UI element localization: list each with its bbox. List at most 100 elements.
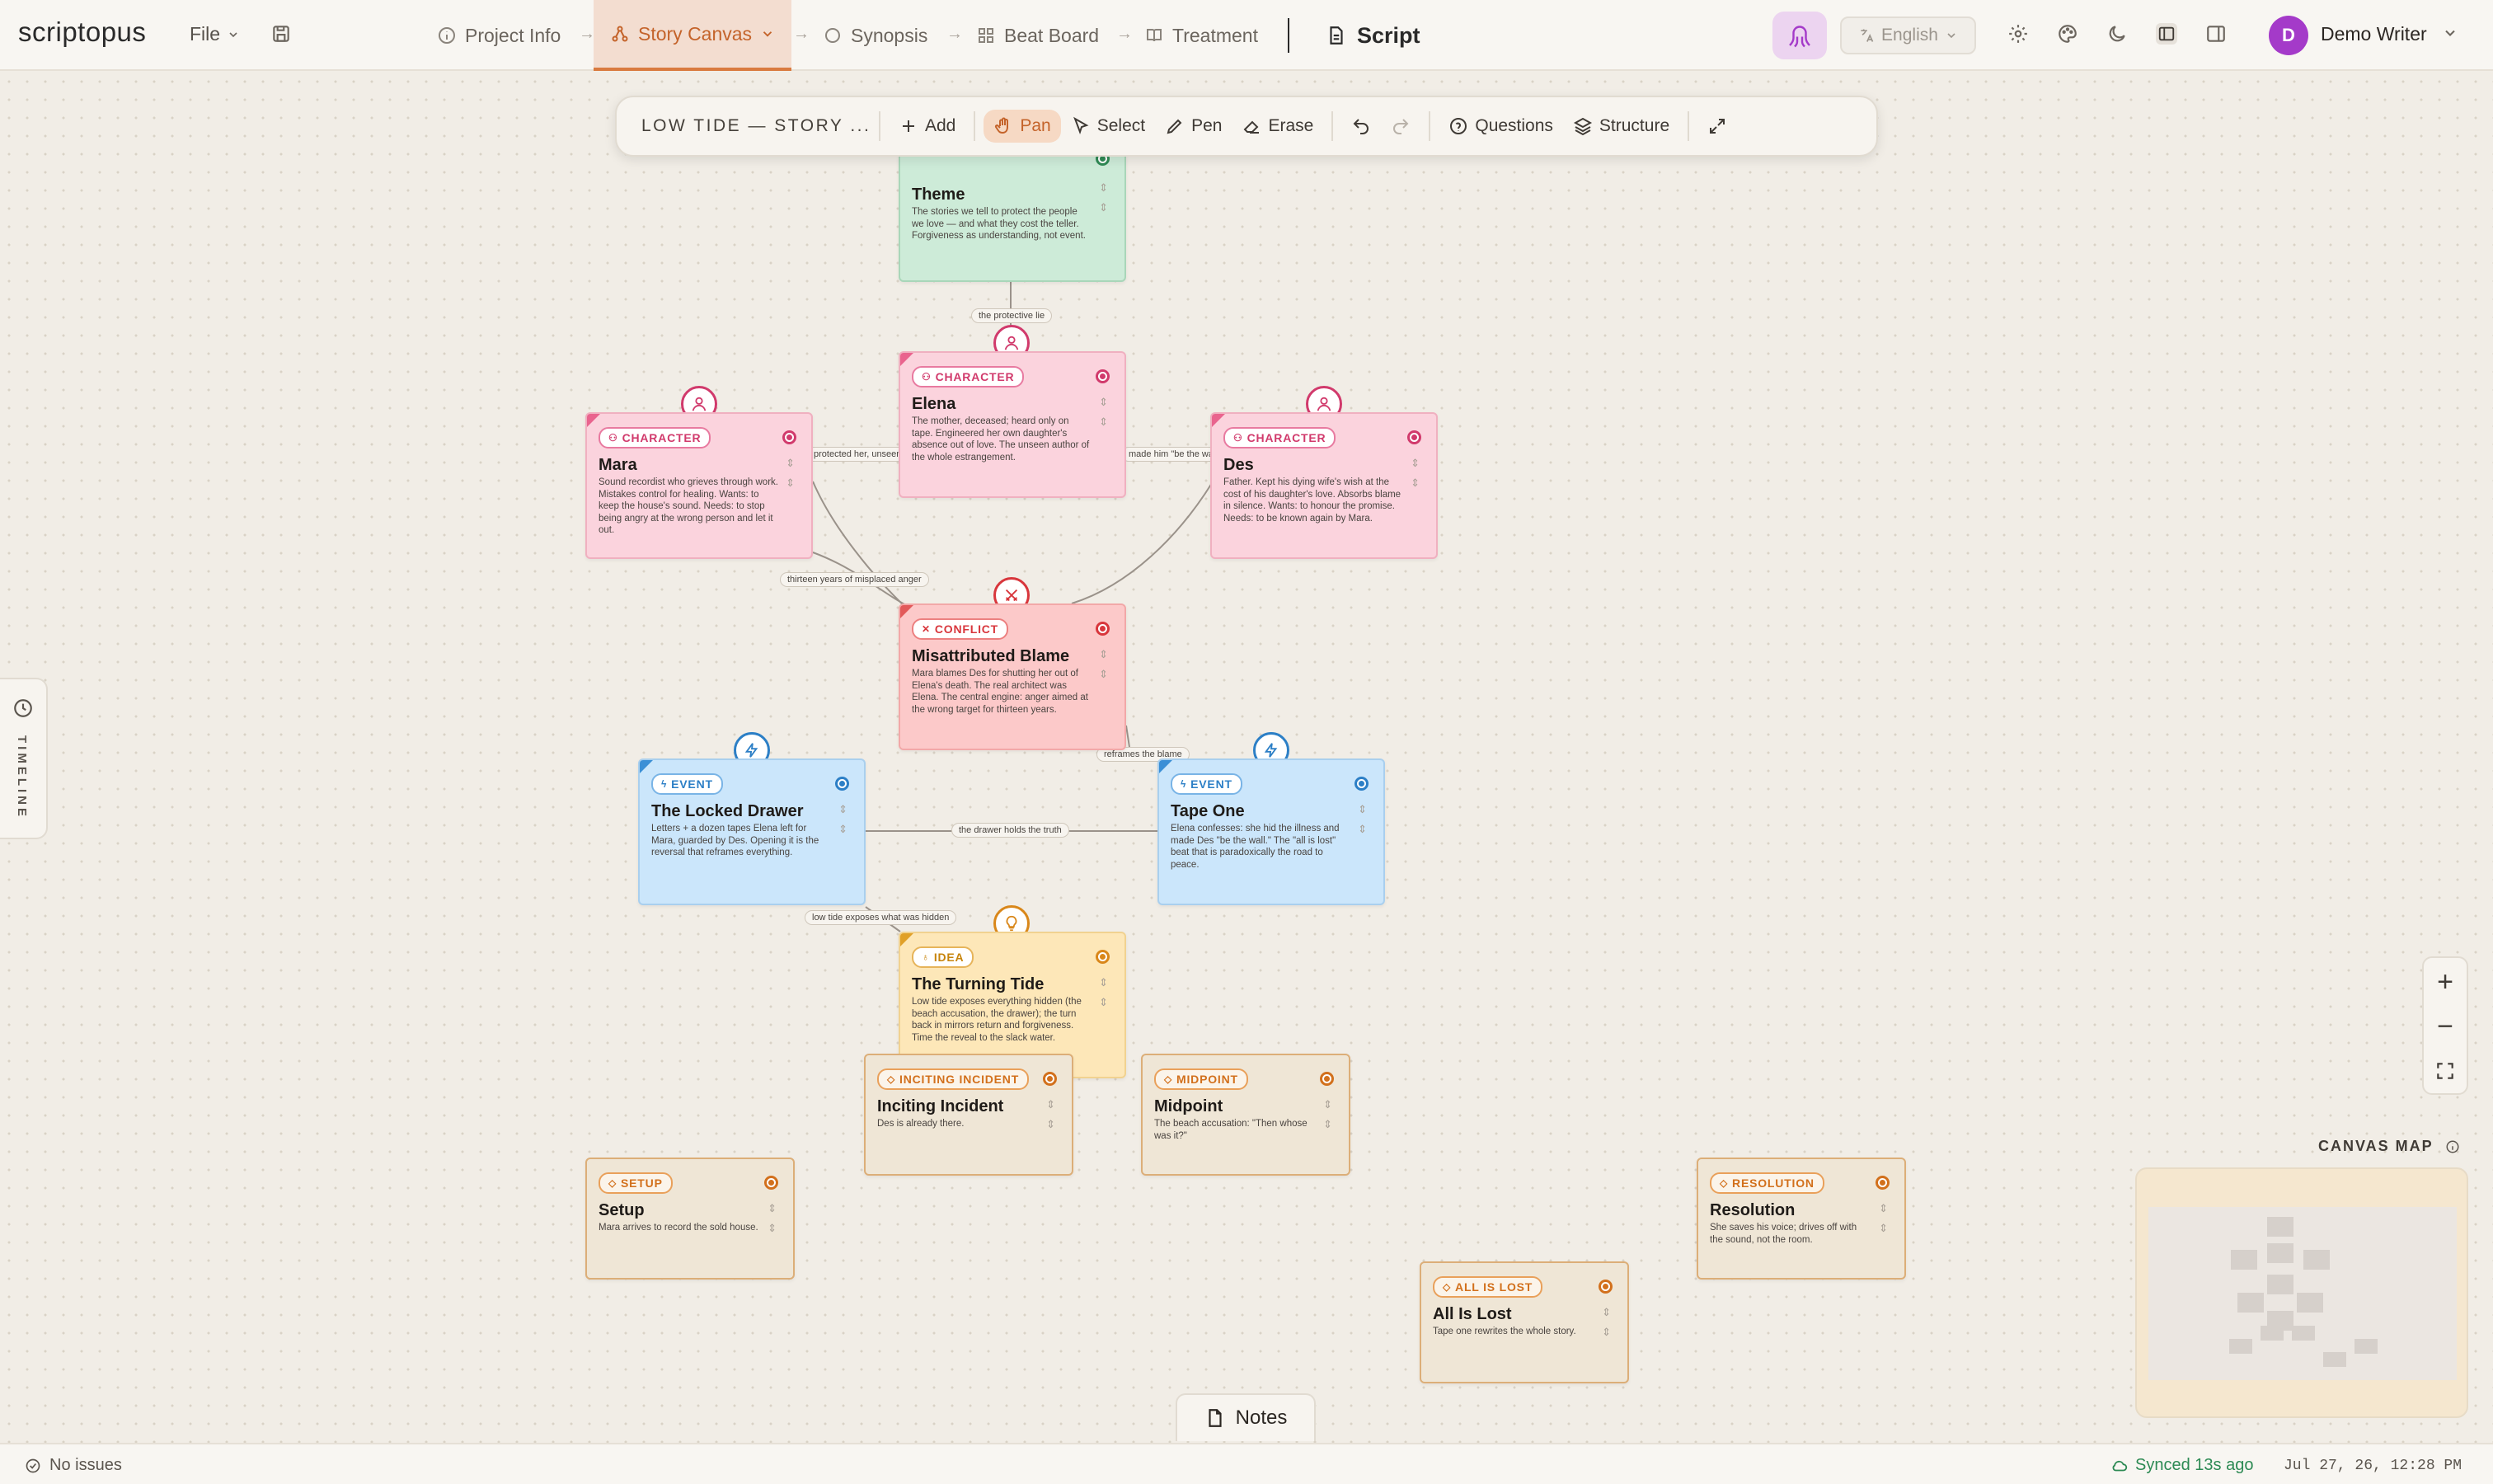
beat-card-all-is-lost[interactable]: ◇ ALL IS LOST All Is Lost Tape one rewrit… xyxy=(1420,1261,1629,1383)
event-card-tape-one[interactable]: ϟ EVENT Tape One Elena confesses: she hid… xyxy=(1157,758,1385,905)
zoom-out-button[interactable]: − xyxy=(2424,1004,2467,1049)
pin-icon: ⇕ xyxy=(768,1222,777,1234)
chevron-down-icon[interactable] xyxy=(2442,25,2458,41)
info-circle-icon[interactable] xyxy=(2445,1139,2460,1154)
timeline-tab[interactable]: TIMELINE xyxy=(0,678,48,839)
character-card-elena[interactable]: ⚇ CHARACTER Elena The mother, deceased; h… xyxy=(899,351,1126,498)
conflict-card[interactable]: ✕ CONFLICT Misattributed Blame Mara blame… xyxy=(899,603,1126,750)
circle-icon xyxy=(823,26,843,45)
step-treatment[interactable]: Treatment xyxy=(1144,0,1258,71)
card-handles[interactable]: ⇕ ⇕ xyxy=(1602,1304,1611,1341)
character-card-des[interactable]: ⚇ CHARACTER Des Father. Kept his dying wi… xyxy=(1210,412,1438,559)
step-beat-board[interactable]: Beat Board xyxy=(976,0,1099,71)
gear-icon[interactable] xyxy=(2007,23,2029,45)
pen-button[interactable]: Pen xyxy=(1155,110,1232,143)
card-handles[interactable]: ⇕ ⇕ xyxy=(1323,1097,1332,1133)
step-story-canvas[interactable]: Story Canvas xyxy=(594,0,792,71)
status-dot[interactable] xyxy=(1096,369,1110,383)
card-badge: ✕ CONFLICT xyxy=(912,618,1009,640)
minimap-viewport[interactable] xyxy=(2148,1207,2457,1380)
expand-button[interactable] xyxy=(1697,110,1737,143)
card-handles[interactable]: ⇕ ⇕ xyxy=(768,1200,777,1237)
card-description: Mara blames Des for shutting her out of … xyxy=(912,669,1088,715)
card-handles[interactable]: ⇕ ⇕ xyxy=(1411,455,1420,491)
canvas-title[interactable]: LOW TIDE — STORY ... xyxy=(631,116,871,136)
beat-card-resolution[interactable]: ◇ RESOLUTION Resolution She saves his voi… xyxy=(1697,1158,1906,1280)
language-select[interactable]: English xyxy=(1840,16,1976,54)
card-handles[interactable]: ⇕ ⇕ xyxy=(786,455,795,491)
beat-card-setup[interactable]: ◇ SETUP Setup Mara arrives to record the … xyxy=(585,1158,795,1280)
moon-icon[interactable] xyxy=(2106,23,2128,45)
questions-button[interactable]: Questions xyxy=(1439,110,1563,143)
card-description: Low tide exposes everything hidden (the … xyxy=(912,997,1082,1043)
card-handles[interactable]: ⇕ ⇕ xyxy=(838,801,847,838)
minimap-node xyxy=(2297,1293,2323,1313)
left-panel-icon[interactable] xyxy=(2156,23,2177,45)
status-dot[interactable] xyxy=(782,430,796,444)
redo-icon xyxy=(1391,116,1411,136)
minimap-node xyxy=(2354,1339,2378,1354)
edge-label[interactable]: the drawer holds the truth xyxy=(951,823,1069,838)
edge-label[interactable]: the protective lie xyxy=(971,308,1053,323)
status-dot[interactable] xyxy=(835,777,849,791)
structure-button[interactable]: Structure xyxy=(1563,110,1679,143)
status-dot[interactable] xyxy=(1320,1072,1334,1086)
card-handles[interactable]: ⇕ ⇕ xyxy=(1099,180,1108,216)
zoom-in-button[interactable]: + xyxy=(2424,960,2467,1004)
avatar[interactable]: D xyxy=(2269,16,2308,55)
user-name[interactable]: Demo Writer xyxy=(2321,23,2427,45)
card-description: Elena confesses: she hid the illness and… xyxy=(1171,824,1340,870)
card-title: Theme xyxy=(912,186,965,204)
divider xyxy=(1688,111,1690,141)
character-card-mara[interactable]: ⚇ CHARACTER Mara Sound recordist who grie… xyxy=(585,412,813,559)
edge-label[interactable]: protected her, unseen xyxy=(806,447,909,462)
minimap-node xyxy=(2292,1326,2315,1341)
card-badge: ◇ SETUP xyxy=(599,1172,673,1194)
script-tab[interactable]: Script xyxy=(1326,0,1420,71)
fit-view-button[interactable] xyxy=(2424,1049,2467,1093)
status-dot[interactable] xyxy=(764,1176,778,1190)
select-button[interactable]: Select xyxy=(1061,110,1155,143)
undo-button[interactable] xyxy=(1341,110,1381,143)
add-button[interactable]: Add xyxy=(889,110,965,143)
status-dot[interactable] xyxy=(1043,1072,1057,1086)
card-handles[interactable]: ⇕ ⇕ xyxy=(1099,646,1108,683)
issues-indicator[interactable]: No issues xyxy=(25,1456,122,1475)
status-dot[interactable] xyxy=(1096,622,1110,636)
chevron-down-icon xyxy=(760,26,775,41)
card-handles[interactable]: ⇕ ⇕ xyxy=(1099,394,1108,430)
card-handles[interactable]: ⇕ ⇕ xyxy=(1099,974,1108,1011)
erase-button[interactable]: Erase xyxy=(1232,110,1324,143)
event-card-locked-drawer[interactable]: ϟ EVENT The Locked Drawer Letters + a doz… xyxy=(638,758,866,905)
step-arrow: → xyxy=(946,25,963,43)
edge-label[interactable]: thirteen years of misplaced anger xyxy=(780,572,929,587)
step-project-info[interactable]: Project Info xyxy=(437,0,561,71)
card-description: The stories we tell to protect the peopl… xyxy=(912,207,1086,241)
beat-card-inciting-incident[interactable]: ◇ INCITING INCIDENT Inciting Incident Des… xyxy=(864,1054,1073,1176)
redo-button[interactable] xyxy=(1381,110,1420,143)
palette-icon[interactable] xyxy=(2057,23,2078,45)
hand-icon xyxy=(993,116,1013,136)
status-dot[interactable] xyxy=(1876,1176,1890,1190)
status-dot[interactable] xyxy=(1354,777,1369,791)
edge-label[interactable]: low tide exposes what was hidden xyxy=(805,910,957,925)
app-logo[interactable]: scriptopus xyxy=(18,16,146,48)
step-synopsis[interactable]: Synopsis xyxy=(823,0,927,71)
assistant-button[interactable] xyxy=(1772,12,1827,59)
status-dot[interactable] xyxy=(1407,430,1421,444)
card-handles[interactable]: ⇕ ⇕ xyxy=(1879,1200,1888,1237)
file-menu[interactable]: File xyxy=(190,23,240,45)
story-canvas[interactable] xyxy=(0,73,2493,1443)
pan-button[interactable]: Pan xyxy=(984,110,1061,143)
canvas-minimap[interactable] xyxy=(2135,1167,2468,1418)
divider xyxy=(974,111,976,141)
right-panel-icon[interactable] xyxy=(2205,23,2227,45)
card-handles[interactable]: ⇕ ⇕ xyxy=(1358,801,1367,838)
status-dot[interactable] xyxy=(1599,1280,1613,1294)
status-dot[interactable] xyxy=(1096,950,1110,964)
beat-card-midpoint[interactable]: ◇ MIDPOINT Midpoint The beach accusation:… xyxy=(1141,1054,1350,1176)
card-handles[interactable]: ⇕ ⇕ xyxy=(1046,1097,1055,1133)
notes-tab[interactable]: Notes xyxy=(1176,1393,1316,1441)
save-icon[interactable] xyxy=(270,23,292,45)
theme-card[interactable]: Theme The stories we tell to protect the… xyxy=(899,140,1126,282)
